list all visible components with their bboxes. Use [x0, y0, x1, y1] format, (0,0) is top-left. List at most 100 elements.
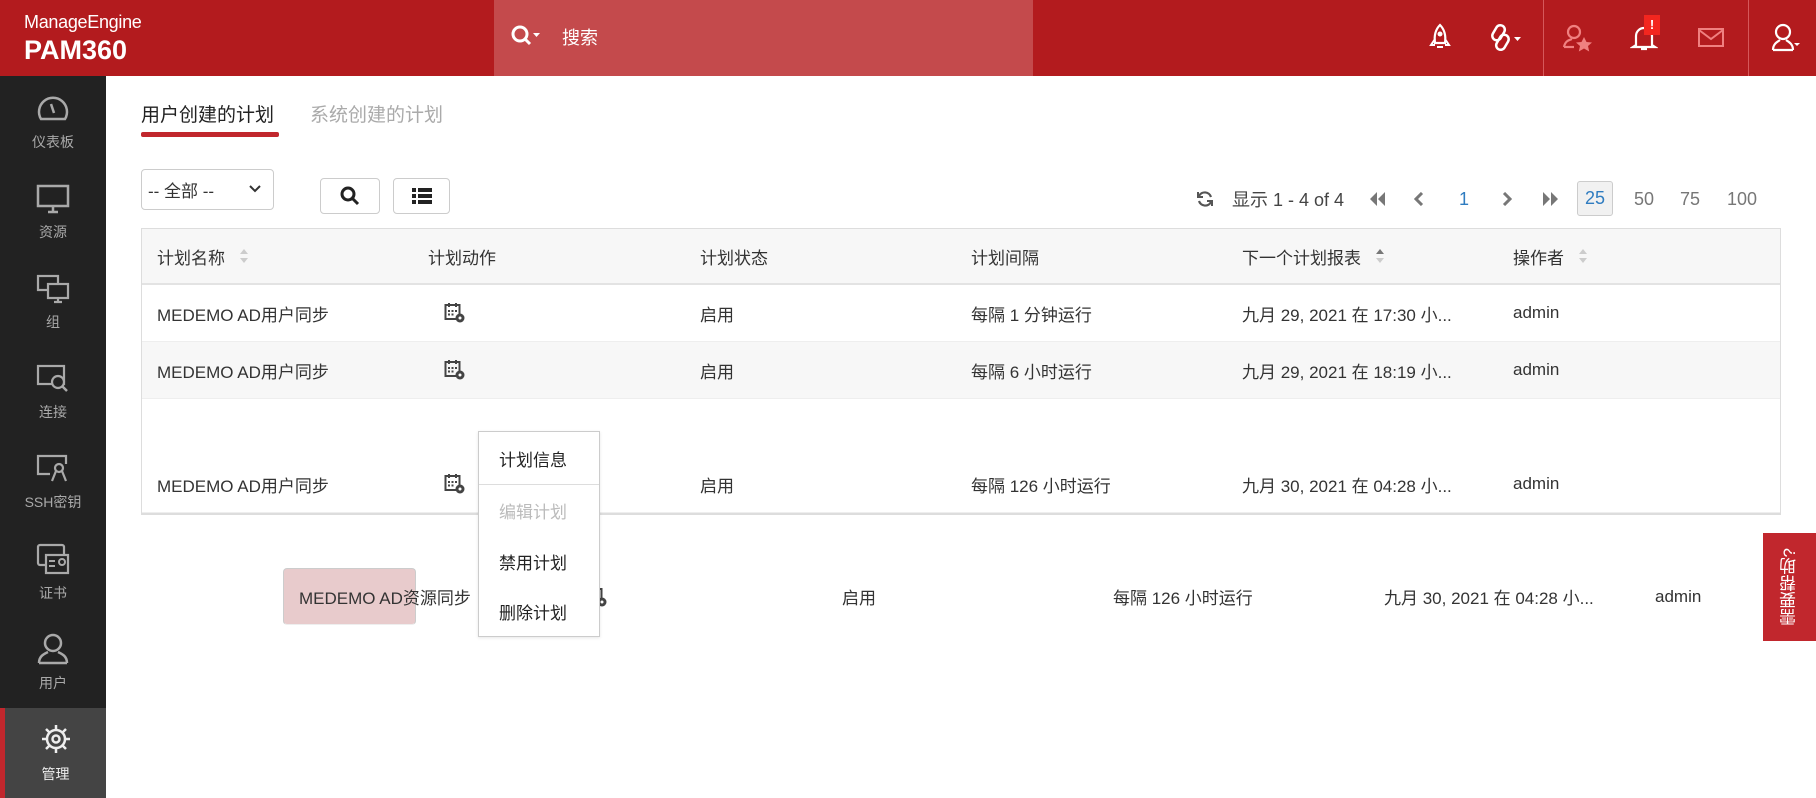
help-tab[interactable]: 需要帮助?: [1763, 533, 1816, 641]
sidebar-item-label: 管理: [41, 766, 70, 782]
tab-system-created[interactable]: 系统创建的计划: [310, 100, 443, 127]
sidebar-item-certificates[interactable]: 证书: [0, 528, 106, 618]
page-size-100[interactable]: 100: [1722, 184, 1762, 214]
prev-page-icon[interactable]: [1408, 184, 1430, 214]
sidebar-item-label: 组: [46, 314, 60, 330]
column-header-operator[interactable]: 操作者: [1513, 229, 1588, 283]
monitor-icon: [36, 184, 70, 214]
column-header-action: 计划动作: [428, 248, 496, 268]
mail-icon[interactable]: [1693, 20, 1729, 56]
schedule-interval: 每隔 1 分钟运行: [971, 305, 1092, 325]
first-page-icon[interactable]: [1364, 184, 1390, 214]
last-page-icon[interactable]: [1538, 184, 1564, 214]
table-row[interactable]: MEDEMO AD用户同步 启用 每隔 6 小时运行 九月 29, 2021 在…: [142, 342, 1780, 399]
link-dropdown-icon[interactable]: [1488, 20, 1524, 56]
sidebar-item-ssh-keys[interactable]: SSH密钥: [0, 438, 106, 528]
table-row[interactable]: MEDEMO AD用户同步 启用 每隔 1 分钟运行 九月 29, 2021 在…: [142, 285, 1780, 342]
table-header: 计划名称 计划动作 计划状态 计划间隔 下一个计划报表 操作者: [142, 229, 1780, 285]
sidebar-item-label: 证书: [39, 585, 67, 601]
operator: admin: [1655, 586, 1702, 606]
tab-user-created[interactable]: 用户创建的计划: [141, 100, 274, 127]
pagination-range: 显示 1 - 4 of 4: [1232, 190, 1345, 210]
user-profile-icon[interactable]: [1768, 20, 1804, 56]
schedule-status: 启用: [842, 589, 876, 608]
schedule-status: 启用: [700, 362, 734, 382]
schedule-name[interactable]: MEDEMO AD用户同步: [157, 285, 329, 341]
menu-item-delete-schedule[interactable]: 删除计划: [499, 599, 567, 624]
sidebar-item-users[interactable]: 用户: [0, 618, 106, 708]
rocket-icon[interactable]: [1422, 20, 1458, 56]
current-page[interactable]: 1: [1454, 184, 1474, 214]
schedule-status: 启用: [700, 305, 734, 325]
schedule-status: 启用: [700, 476, 734, 496]
sort-icon: [1579, 249, 1587, 263]
notification-bell-icon[interactable]: !: [1626, 15, 1662, 56]
next-run: 九月 30, 2021 在 04:28 小...: [1384, 589, 1594, 608]
column-header-next-run[interactable]: 下一个计划报表: [1242, 229, 1385, 283]
menu-item-disable-schedule[interactable]: 禁用计划: [499, 549, 567, 574]
search-input[interactable]: [562, 27, 1002, 49]
search-button[interactable]: [320, 178, 380, 214]
header-divider: [1543, 0, 1544, 76]
product-name: PAM360: [24, 35, 128, 65]
search-icon: [340, 186, 360, 206]
column-label: 下一个计划报表: [1242, 248, 1361, 268]
schedule-interval: 每隔 126 小时运行: [971, 476, 1111, 496]
logo[interactable]: ManageEngine PAM360: [24, 12, 142, 66]
brand-name: ManageEngine: [24, 12, 142, 32]
schedule-name[interactable]: MEDEMO AD用户同步: [157, 456, 329, 512]
next-run: 九月 29, 2021 在 17:30 小...: [1242, 305, 1452, 325]
column-header-name[interactable]: 计划名称: [157, 229, 249, 283]
operator: admin: [1513, 303, 1560, 322]
column-header-interval: 计划间隔: [971, 248, 1039, 268]
schedule-name[interactable]: MEDEMO AD用户同步: [157, 342, 329, 398]
page-size-75[interactable]: 75: [1675, 184, 1705, 214]
refresh-icon[interactable]: [1192, 184, 1218, 214]
schedule-name[interactable]: MEDEMO AD资源同步: [299, 569, 471, 624]
next-run: 九月 29, 2021 在 18:19 小...: [1242, 362, 1452, 382]
search-dropdown-icon[interactable]: [510, 24, 546, 53]
gear-icon: [41, 725, 70, 753]
column-chooser-button[interactable]: [393, 178, 450, 214]
sidebar-item-connections[interactable]: 连接: [0, 348, 106, 438]
column-label: 操作者: [1513, 248, 1564, 268]
sidebar-item-label: 用户: [39, 675, 67, 691]
menu-item-edit-schedule: 编辑计划: [499, 503, 567, 522]
filter-select[interactable]: -- 全部 --: [141, 169, 274, 210]
schedule-interval: 每隔 6 小时运行: [971, 362, 1092, 382]
active-tab-indicator: [141, 132, 279, 137]
global-search: [494, 0, 1033, 76]
sort-icon: [1376, 249, 1384, 263]
list-icon: [411, 188, 432, 204]
page-size-25[interactable]: 25: [1577, 181, 1613, 216]
schedule-action-icon[interactable]: [444, 342, 466, 398]
ssh-key-icon: [36, 454, 68, 482]
table-row[interactable]: MEDEMO AD资源同步 启用 每隔 126 小时运行 九月 30, 2021…: [283, 568, 1701, 625]
connection-icon: [36, 364, 68, 392]
user-icon: [37, 633, 69, 665]
page-size-50[interactable]: 50: [1629, 184, 1659, 214]
sidebar-item-label: SSH密钥: [24, 494, 82, 510]
next-page-icon[interactable]: [1496, 184, 1518, 214]
table-row[interactable]: MEDEMO AD用户同步 启用 每隔 126 小时运行 九月 30, 2021…: [142, 456, 1780, 513]
dashboard-icon: [37, 96, 69, 121]
top-header: ManageEngine PAM360 !: [0, 0, 1816, 76]
help-tab-label: 需要帮助?: [1780, 548, 1799, 626]
sidebar-item-resources[interactable]: 资源: [0, 168, 106, 258]
header-divider: [1748, 0, 1749, 76]
sidebar: 仪表板 资源 组 连接 SSH密钥 证书 用户 管理: [0, 76, 106, 798]
menu-item-schedule-info[interactable]: 计划信息: [499, 446, 567, 471]
sidebar-item-label: 连接: [39, 404, 67, 420]
certificate-icon: [36, 543, 70, 575]
sidebar-item-groups[interactable]: 组: [0, 258, 106, 348]
schedule-action-icon[interactable]: [444, 456, 466, 512]
schedule-action-menu: 计划信息 编辑计划 禁用计划 删除计划: [478, 431, 600, 637]
chevron-down-icon: [249, 185, 261, 193]
sidebar-item-admin[interactable]: 管理: [0, 708, 106, 798]
schedule-action-icon[interactable]: [444, 285, 466, 341]
operator: admin: [1513, 360, 1560, 379]
favorite-user-icon[interactable]: [1560, 20, 1596, 56]
sidebar-item-dashboard[interactable]: 仪表板: [0, 78, 106, 168]
column-header-status: 计划状态: [700, 248, 768, 268]
filter-value: -- 全部 --: [148, 182, 215, 201]
